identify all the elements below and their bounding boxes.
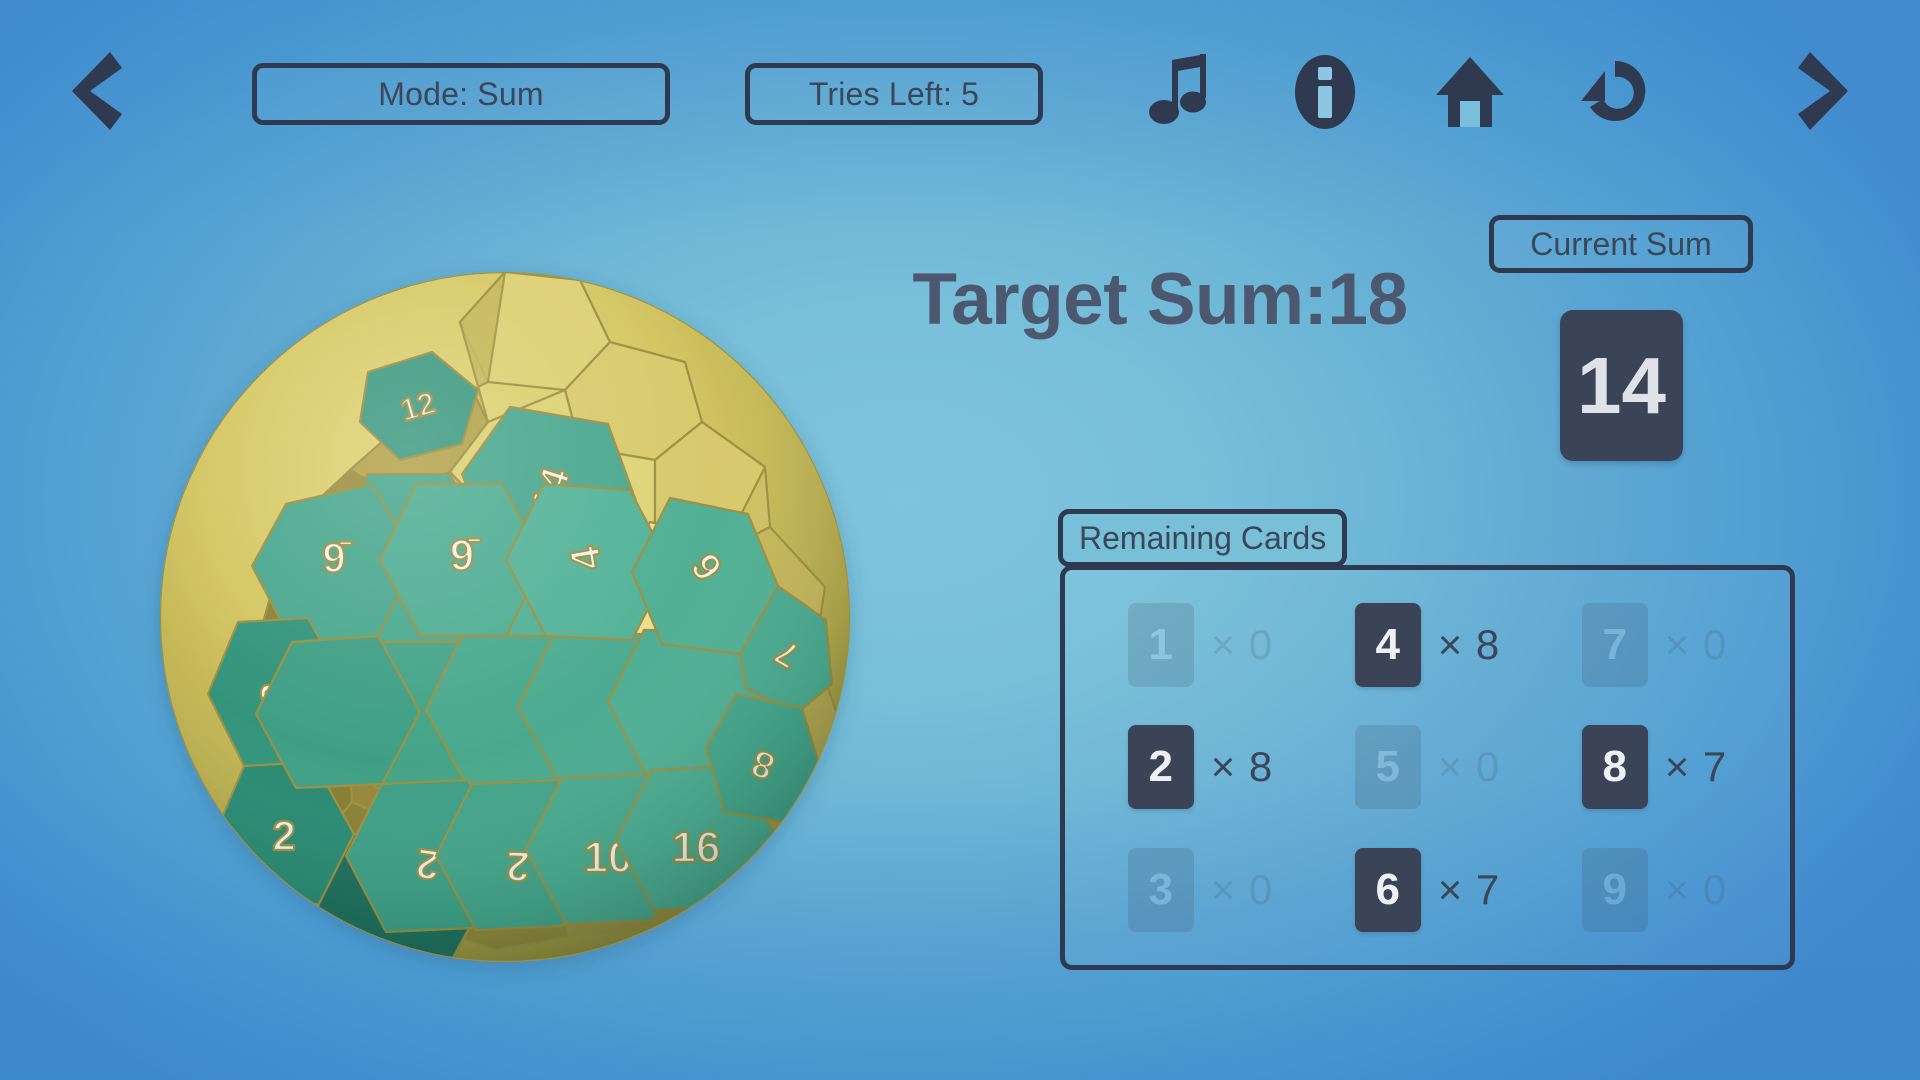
- card-remaining-count: × 7: [1437, 865, 1501, 913]
- card-remaining-count: × 0: [1437, 743, 1501, 791]
- remaining-cards-panel: 1 × 0 4 × 8 7 × 0 2 × 8 5 × 0 8 × 7 3 × 0 6 × 7 9 × 0: [1060, 565, 1795, 970]
- current-sum-label-text: Current Sum: [1530, 225, 1712, 262]
- restart-icon[interactable]: [1572, 50, 1658, 134]
- remaining-card-3: 3 × 0: [1127, 847, 1274, 932]
- remaining-cards-title: Remaining Cards: [1058, 509, 1348, 567]
- card-remaining-count: × 0: [1664, 865, 1728, 913]
- card-face-value: 8: [1581, 725, 1648, 810]
- remaining-card-7: 7 × 0: [1581, 603, 1728, 688]
- tries-left-indicator[interactable]: Tries Left: 5: [745, 63, 1043, 125]
- card-face-value: 6: [1354, 847, 1421, 932]
- remaining-card-1: 1 × 0: [1127, 603, 1274, 688]
- numbered-polyhedron-sphere[interactable]: 12 14 9̄ 9̄: [110, 222, 900, 1012]
- remaining-card-5: 5 × 0: [1354, 725, 1501, 810]
- card-remaining-count: × 0: [1210, 865, 1274, 913]
- card-face-value: 2: [1127, 725, 1194, 810]
- chevron-right-icon[interactable]: [1788, 46, 1860, 136]
- card-remaining-count: × 8: [1437, 621, 1501, 669]
- remaining-card-6[interactable]: 6 × 7: [1354, 847, 1501, 932]
- chevron-left-icon[interactable]: [60, 46, 132, 136]
- card-face-value: 9: [1581, 847, 1648, 932]
- remaining-card-4[interactable]: 4 × 8: [1354, 603, 1501, 688]
- remaining-card-2[interactable]: 2 × 8: [1127, 725, 1274, 810]
- remaining-card-9: 9 × 0: [1581, 847, 1728, 932]
- card-face-value: 1: [1127, 603, 1194, 688]
- tries-left-label: Tries Left: 5: [808, 75, 980, 112]
- mode-indicator[interactable]: Mode: Sum: [252, 63, 670, 125]
- card-remaining-count: × 0: [1664, 621, 1728, 669]
- card-remaining-count: × 7: [1664, 743, 1728, 791]
- remaining-cards-grid: 1 × 0 4 × 8 7 × 0 2 × 8 5 × 0 8 × 7 3 × 0 6 × 7 9 × 0: [1065, 570, 1790, 965]
- top-toolbar: Mode: Sum Tries Left: 5: [0, 0, 1920, 175]
- card-remaining-count: × 0: [1210, 621, 1274, 669]
- svg-text:2: 2: [390, 988, 413, 1012]
- current-sum-value-card: 14: [1560, 310, 1683, 461]
- card-face-value: 7: [1581, 603, 1648, 688]
- card-face-value: 5: [1354, 725, 1421, 810]
- home-icon[interactable]: [1427, 50, 1513, 134]
- card-remaining-count: × 8: [1210, 743, 1274, 791]
- current-sum-value: 14: [1577, 340, 1666, 430]
- card-face-value: 3: [1127, 847, 1194, 932]
- music-note-icon[interactable]: [1138, 50, 1224, 134]
- current-sum-label: Current Sum: [1489, 215, 1753, 273]
- info-icon[interactable]: [1282, 50, 1368, 134]
- card-face-value: 4: [1354, 603, 1421, 688]
- mode-label: Mode: Sum: [378, 75, 544, 112]
- target-sum-display: Target Sum:18: [912, 259, 1408, 340]
- remaining-card-8[interactable]: 8 × 7: [1581, 725, 1728, 810]
- remaining-cards-title-text: Remaining Cards: [1079, 519, 1327, 556]
